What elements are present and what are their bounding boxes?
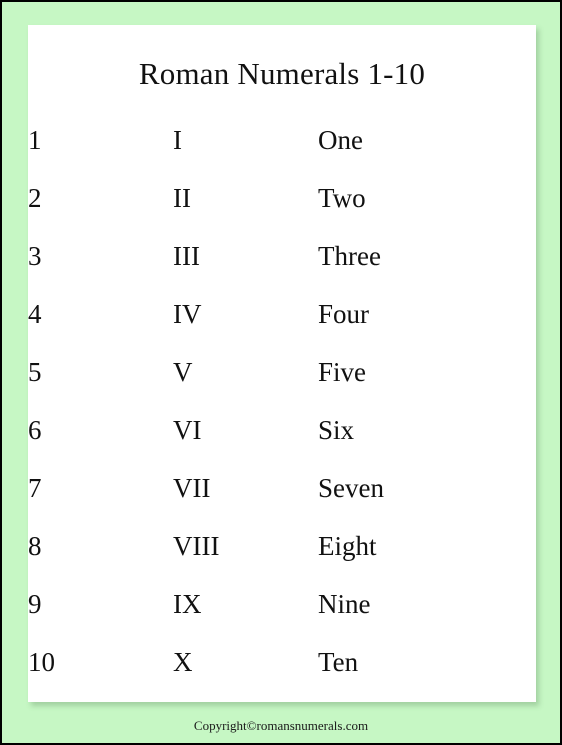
table-row: 9 IX Nine	[28, 575, 536, 633]
cell-roman: VI	[173, 415, 202, 445]
table-row: 1 I One	[28, 111, 536, 169]
table-row: 3 III Three	[28, 227, 536, 285]
cell-arabic: 3	[28, 241, 42, 271]
cell-roman: IX	[173, 589, 202, 619]
table-body: 1 I One 2 II Two 3 III Three 4 IV Four 5…	[28, 111, 536, 691]
cell-roman: II	[173, 183, 191, 213]
cell-arabic: 5	[28, 357, 42, 387]
cell-roman: VII	[173, 473, 211, 503]
table-row: 10 X Ten	[28, 633, 536, 691]
cell-word: Eight	[318, 531, 377, 561]
cell-word: One	[318, 125, 363, 155]
content-card: Roman Numerals 1-10 1 I One 2 II Two 3 I…	[28, 25, 536, 702]
cell-arabic: 6	[28, 415, 42, 445]
cell-arabic: 2	[28, 183, 42, 213]
roman-numerals-poster: Roman Numerals 1-10 1 I One 2 II Two 3 I…	[0, 0, 562, 745]
cell-arabic: 7	[28, 473, 42, 503]
cell-word: Nine	[318, 589, 371, 619]
cell-arabic: 10	[28, 647, 55, 677]
cell-word: Five	[318, 357, 367, 387]
table-row: 2 II Two	[28, 169, 536, 227]
cell-word: Four	[318, 299, 370, 329]
cell-roman: X	[173, 647, 193, 677]
cell-word: Two	[318, 183, 366, 213]
cell-arabic: 1	[28, 125, 42, 155]
cell-word: Ten	[318, 647, 359, 677]
cell-roman: IV	[173, 299, 202, 329]
page-title: Roman Numerals 1-10	[138, 56, 426, 91]
cell-word: Seven	[318, 473, 384, 503]
table-row: 8 VIII Eight	[28, 517, 536, 575]
cell-arabic: 8	[28, 531, 42, 561]
table-row: 6 VI Six	[28, 401, 536, 459]
cell-roman: V	[173, 357, 193, 387]
cell-roman: I	[173, 125, 182, 155]
table-row: 7 VII Seven	[28, 459, 536, 517]
cell-arabic: 9	[28, 589, 42, 619]
cell-arabic: 4	[28, 299, 42, 329]
table-row: 4 IV Four	[28, 285, 536, 343]
cell-word: Six	[318, 415, 355, 445]
roman-numerals-table: 1 I One 2 II Two 3 III Three 4 IV Four 5…	[28, 111, 536, 691]
cell-word: Three	[318, 241, 381, 271]
cell-roman: VIII	[173, 531, 220, 561]
copyright-footer: Copyright©romansnumerals.com	[193, 718, 369, 733]
cell-roman: III	[173, 241, 200, 271]
table-row: 5 V Five	[28, 343, 536, 401]
